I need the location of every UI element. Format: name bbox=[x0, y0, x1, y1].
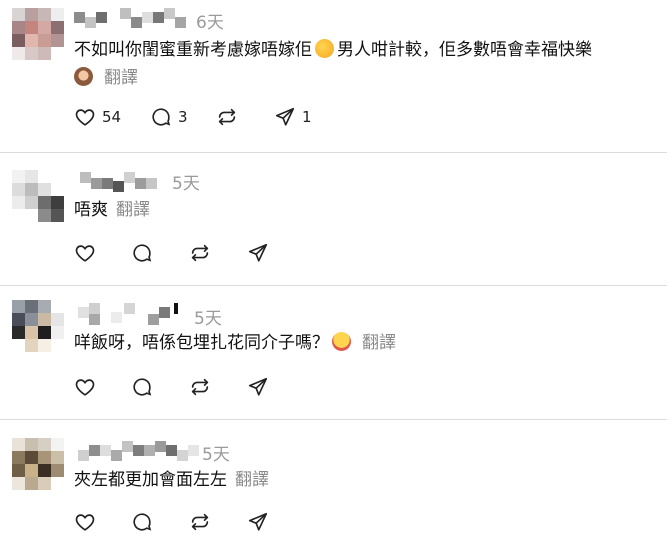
heart-icon bbox=[74, 511, 96, 533]
like-button[interactable] bbox=[74, 511, 96, 533]
repost-button[interactable] bbox=[189, 511, 211, 533]
timestamp: 5天 bbox=[172, 174, 200, 194]
username[interactable] bbox=[80, 172, 170, 192]
translate-link[interactable]: 翻譯 bbox=[235, 470, 269, 490]
action-bar: 54 3 1 bbox=[74, 106, 374, 130]
comment-text-part: 夾左都更加會面左左 bbox=[74, 470, 227, 490]
repost-icon bbox=[189, 511, 211, 533]
username[interactable] bbox=[78, 441, 202, 461]
heart-icon bbox=[74, 376, 96, 398]
comment-icon bbox=[131, 242, 153, 264]
share-button[interactable] bbox=[247, 242, 269, 264]
comment-text-part: 唔爽 bbox=[74, 200, 108, 220]
like-button[interactable]: 54 bbox=[74, 106, 121, 128]
comment-text-part: 不如叫你閨蜜重新考慮嫁唔嫁佢 bbox=[74, 40, 312, 60]
reply-count: 3 bbox=[178, 108, 188, 126]
avatar[interactable] bbox=[12, 438, 64, 490]
send-icon bbox=[247, 242, 269, 264]
comment-text: 夾左都更加會面左左 翻譯 bbox=[74, 467, 269, 493]
face-blowing-kiss-icon bbox=[315, 39, 334, 58]
action-bar bbox=[74, 242, 374, 266]
repost-button[interactable] bbox=[216, 106, 238, 128]
translate-link[interactable]: 翻譯 bbox=[116, 200, 150, 220]
share-button[interactable] bbox=[247, 511, 269, 533]
reply-button[interactable]: 3 bbox=[150, 106, 188, 128]
reply-button[interactable] bbox=[131, 242, 153, 264]
translate-link[interactable]: 翻譯 bbox=[362, 333, 396, 353]
username[interactable] bbox=[78, 303, 190, 325]
comment-text-line: 翻譯 bbox=[74, 65, 138, 91]
share-button[interactable] bbox=[247, 376, 269, 398]
avatar[interactable] bbox=[12, 300, 64, 352]
comment-item: 5天 夾左都更加會面左左 翻譯 bbox=[0, 420, 667, 544]
reply-button[interactable] bbox=[131, 376, 153, 398]
timestamp: 5天 bbox=[202, 445, 230, 465]
action-bar bbox=[74, 376, 374, 400]
heart-icon bbox=[74, 242, 96, 264]
like-button[interactable] bbox=[74, 242, 96, 264]
grinning-squinting-face-icon bbox=[332, 332, 351, 351]
repost-icon bbox=[216, 106, 238, 128]
comment-item: 6天 不如叫你閨蜜重新考慮嫁唔嫁佢 男人咁計較，佢多數唔會幸福快樂 翻譯 54 3… bbox=[0, 0, 667, 152]
username[interactable] bbox=[74, 8, 194, 28]
send-icon bbox=[247, 376, 269, 398]
comment-icon bbox=[150, 106, 172, 128]
comment-text: 咩飯呀，唔係包埋扎花同介子嗎？ 翻譯 bbox=[74, 330, 396, 356]
avatar[interactable] bbox=[12, 170, 64, 222]
avatar[interactable] bbox=[12, 8, 64, 60]
comment-text-part: 咩飯呀，唔係包埋扎花同介子嗎？ bbox=[74, 333, 329, 353]
translate-link[interactable]: 翻譯 bbox=[104, 68, 138, 88]
comment-item: 5天 唔爽 翻譯 bbox=[0, 153, 667, 285]
repost-button[interactable] bbox=[189, 242, 211, 264]
timestamp: 6天 bbox=[196, 13, 224, 33]
comment-text-part: 男人咁計較，佢多數唔會幸福快樂 bbox=[337, 40, 592, 60]
comment-icon bbox=[131, 376, 153, 398]
action-bar bbox=[74, 511, 374, 535]
like-count: 54 bbox=[102, 108, 122, 126]
send-icon bbox=[247, 511, 269, 533]
like-button[interactable] bbox=[74, 376, 96, 398]
share-count: 1 bbox=[302, 108, 312, 126]
send-icon bbox=[274, 106, 296, 128]
comment-text: 不如叫你閨蜜重新考慮嫁唔嫁佢 男人咁計較，佢多數唔會幸福快樂 bbox=[74, 37, 592, 63]
heart-icon bbox=[74, 106, 96, 128]
timestamp: 5天 bbox=[194, 309, 222, 329]
comment-item: 5天 咩飯呀，唔係包埋扎花同介子嗎？ 翻譯 bbox=[0, 286, 667, 419]
repost-icon bbox=[189, 242, 211, 264]
share-button[interactable]: 1 bbox=[274, 106, 312, 128]
comment-icon bbox=[131, 511, 153, 533]
repost-icon bbox=[189, 376, 211, 398]
reply-button[interactable] bbox=[131, 511, 153, 533]
repost-button[interactable] bbox=[189, 376, 211, 398]
see-no-evil-monkey-icon bbox=[74, 67, 93, 86]
comment-text: 唔爽 翻譯 bbox=[74, 197, 150, 223]
